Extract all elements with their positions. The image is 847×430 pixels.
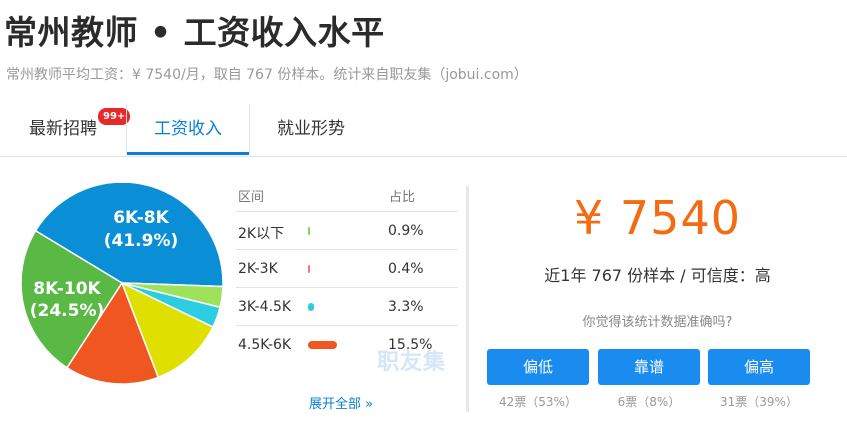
salary-pie-chart: 6K-8K (41.9%) 8K-10K(24.5%) <box>20 183 224 385</box>
ratio-value: 3.3% <box>388 299 424 315</box>
vote-high-count: 31票（39%） <box>720 395 798 409</box>
vote-accurate-count: 6票（8%） <box>617 395 681 409</box>
ratio-bar <box>308 341 337 349</box>
range-label: 4.5K-6K <box>238 337 292 353</box>
range-label: 2K-3K <box>238 261 278 277</box>
tab-label: 就业形势 <box>277 119 345 139</box>
pie-slice-label: (41.9%) <box>104 231 179 251</box>
vote-high-button[interactable]: 偏高 <box>708 349 810 385</box>
sample-info: 近1年 767 份样本 / 可信度：高 <box>544 266 771 285</box>
page-title: 常州教师 • 工资收入水平 <box>4 13 385 52</box>
vote-accurate-button[interactable]: 靠谱 <box>598 349 700 385</box>
pie-slice-label: (24.5%) <box>30 301 105 321</box>
pie-slice-label: 8K-10K <box>33 279 101 299</box>
tab-salary[interactable]: 工资收入 <box>127 104 249 155</box>
range-label: 3K-4.5K <box>238 299 292 315</box>
accuracy-question: 你觉得该统计数据准确吗? <box>582 315 733 330</box>
table-row: 3K-4.5K 3.3% <box>236 287 458 326</box>
tab-label: 工资收入 <box>154 119 222 139</box>
ratio-value: 0.4% <box>388 261 424 277</box>
tab-bar: 最新招聘 99+ 工资收入 就业形势 <box>0 104 847 157</box>
ratio-bar <box>308 265 310 273</box>
column-header-range: 区间 <box>238 190 265 205</box>
vote-low-count: 42票（53%） <box>499 395 577 409</box>
vote-low-button[interactable]: 偏低 <box>487 349 589 385</box>
tab-label: 最新招聘 <box>29 119 97 139</box>
expand-all-link[interactable]: 展开全部 » <box>309 393 373 412</box>
average-salary: ¥ 7540 <box>574 191 741 245</box>
tab-latest-jobs[interactable]: 最新招聘 99+ <box>0 104 132 154</box>
tab-employment[interactable]: 就业形势 <box>250 104 372 154</box>
ratio-value: 0.9% <box>388 223 424 239</box>
ratio-bar <box>308 227 310 235</box>
page-subtitle: 常州教师平均工资：¥ 7540/月，取自 767 份样本。统计来自职友集（job… <box>6 67 528 83</box>
column-header-ratio: 占比 <box>389 190 416 205</box>
table-row: 2K-3K 0.4% <box>236 249 458 288</box>
ratio-bar <box>308 303 315 311</box>
table-row: 2K以下 0.9% <box>236 211 458 250</box>
range-label: 2K以下 <box>238 226 285 242</box>
watermark-logo: 职友集 <box>377 350 447 375</box>
pie-slice-label: 6K-8K <box>113 208 169 228</box>
